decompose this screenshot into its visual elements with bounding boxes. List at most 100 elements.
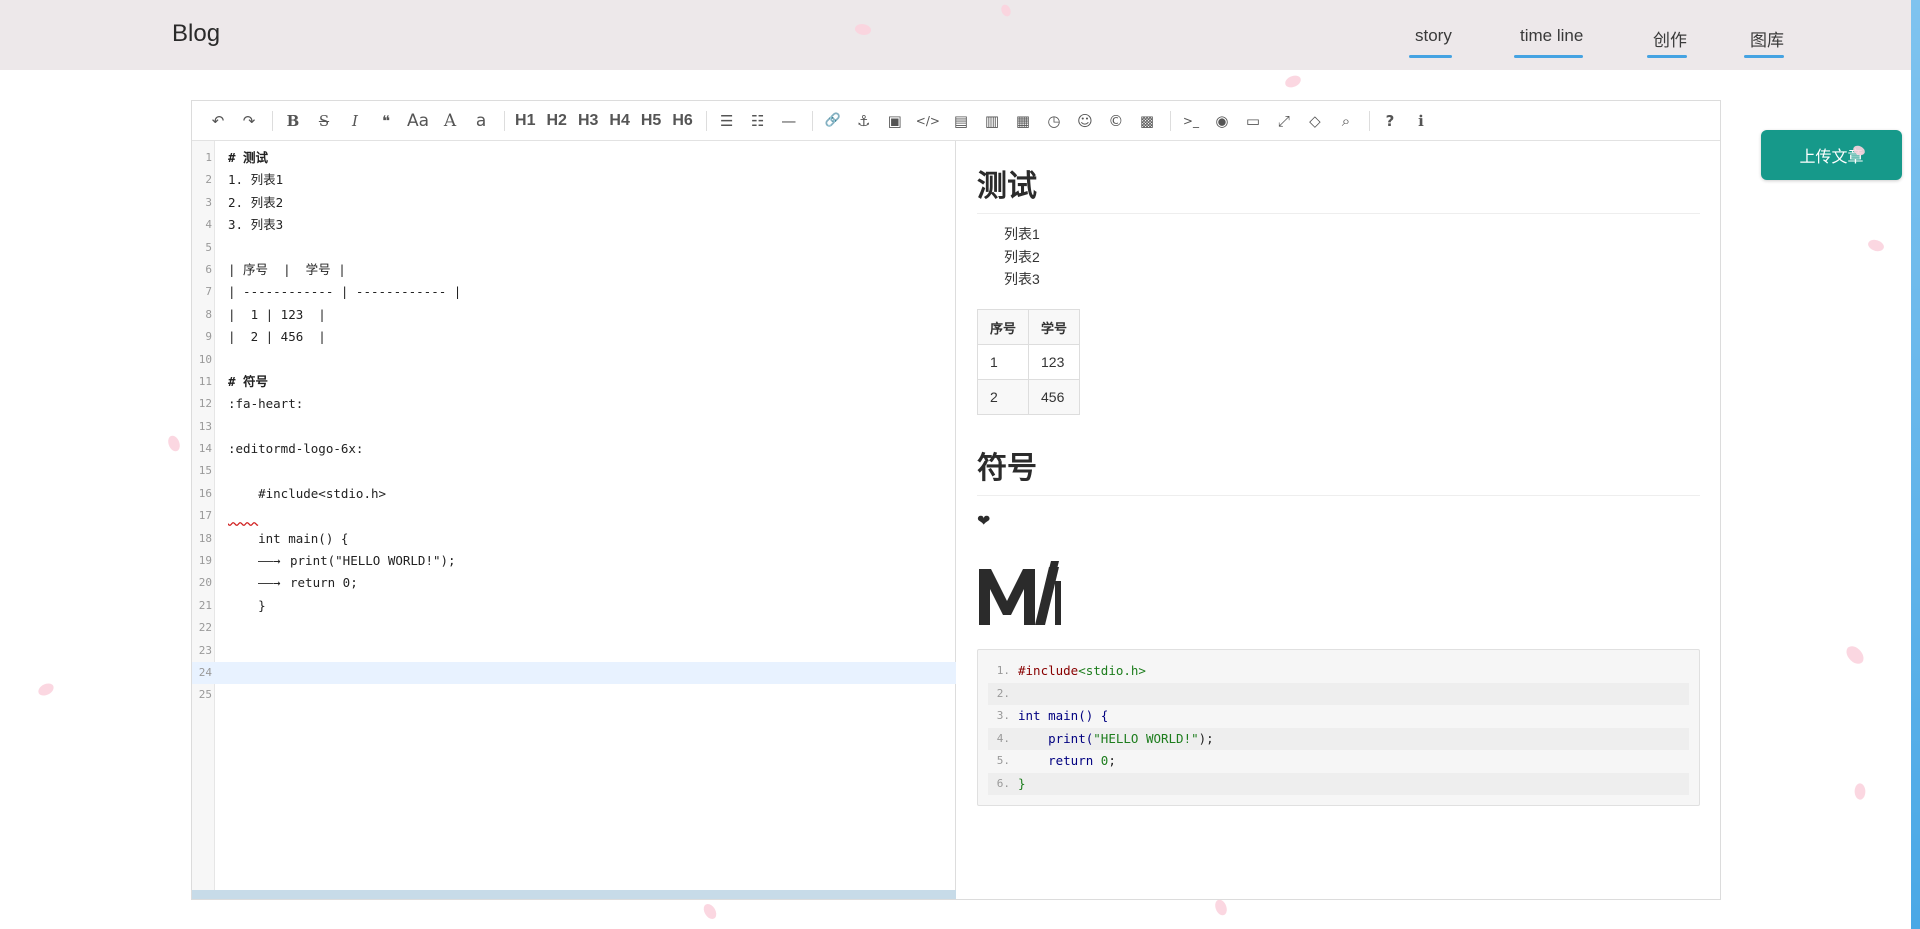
code-line[interactable]: 18 int main() { xyxy=(192,528,956,550)
code-line[interactable]: 1 # 测试 xyxy=(192,147,956,169)
code-line[interactable]: 17 xyxy=(192,505,956,527)
nav-item-gallery[interactable]: 图库 xyxy=(1744,26,1784,58)
toolbar-divider xyxy=(811,110,813,131)
upload-article-button[interactable]: 上传文章 xyxy=(1761,130,1902,180)
h3-button[interactable]: H3 xyxy=(574,107,602,135)
anchor-icon[interactable]: ⚓ xyxy=(850,107,878,135)
goto-line-icon[interactable]: >_ xyxy=(1177,107,1205,135)
italic-icon[interactable]: I xyxy=(341,107,369,135)
code-line[interactable]: 11 # 符号 xyxy=(192,371,956,393)
code-line-active[interactable]: 24 xyxy=(192,661,956,685)
quote-icon[interactable]: ❝ xyxy=(372,107,400,135)
code-block-line: 2. xyxy=(988,682,1689,705)
brand-title[interactable]: Blog xyxy=(172,20,220,48)
h2-button[interactable]: H2 xyxy=(543,107,571,135)
h6-button[interactable]: H6 xyxy=(668,107,696,135)
info-icon[interactable]: ℹ xyxy=(1407,107,1435,135)
code-line[interactable]: 15 xyxy=(192,460,956,482)
datetime-icon[interactable]: ◷ xyxy=(1040,107,1068,135)
code-line[interactable]: 8 | 1 | 123 | xyxy=(192,304,956,326)
code-line[interactable]: 16 #include<stdio.h> xyxy=(192,483,956,505)
search-icon[interactable]: ⌕ xyxy=(1332,107,1360,135)
emoji-icon[interactable]: ☺ xyxy=(1071,107,1099,135)
code-line[interactable]: 3 2. 列表2 xyxy=(192,192,956,214)
nav-underline xyxy=(1514,55,1584,58)
preview-heading-2: 符号 xyxy=(977,443,1700,496)
h5-button[interactable]: H5 xyxy=(637,107,665,135)
page-scrollbar[interactable] xyxy=(1911,0,1920,929)
nav-item-create[interactable]: 创作 xyxy=(1647,26,1687,58)
code-line[interactable]: 21 } xyxy=(192,595,956,617)
list-ol-icon[interactable]: ☷ xyxy=(744,107,772,135)
line-number: 6 xyxy=(205,262,212,276)
markdown-editor: ↶ ↷ B S I ❝ Aa A a H1 H2 H3 H4 H5 H6 ☰ ☷… xyxy=(191,100,1721,900)
undo-icon[interactable]: ↶ xyxy=(204,107,232,135)
preformatted-icon[interactable]: ▤ xyxy=(947,107,975,135)
ucwords-icon[interactable]: A xyxy=(436,107,464,135)
line-number: 1. xyxy=(996,664,1010,677)
line-text: 3. 列表3 xyxy=(228,217,284,233)
line-text: :editormd-logo-6x: xyxy=(228,441,364,457)
code-line[interactable]: 22 xyxy=(192,617,956,639)
line-number: 12 xyxy=(198,397,212,411)
line-text: | ------------ | ------------ | xyxy=(228,284,462,300)
line-number: 3 xyxy=(205,195,212,209)
code-line[interactable]: 13 xyxy=(192,416,956,438)
link-icon[interactable]: 🔗 xyxy=(819,107,847,135)
code-lines[interactable]: 1 # 测试 2 1. 列表1 3 2. 列表2 4 3. 列表3 5 6 | 序号 | … xyxy=(192,147,956,707)
code-line[interactable]: 25 xyxy=(192,684,956,706)
hr-icon[interactable]: — xyxy=(775,107,803,135)
petal-decoration xyxy=(1843,642,1867,668)
code-line[interactable]: 23 xyxy=(192,640,956,662)
code-editor-pane[interactable]: 1 # 测试 2 1. 列表1 3 2. 列表2 4 3. 列表3 5 6 | 序号 | … xyxy=(192,141,956,899)
code-line[interactable]: 12:fa-heart: xyxy=(192,393,956,415)
line-number: 3. xyxy=(996,709,1010,722)
line-number: 14 xyxy=(198,442,212,456)
pagebreak-icon[interactable]: ▩ xyxy=(1133,107,1161,135)
h1-button[interactable]: H1 xyxy=(511,107,539,135)
watch-icon[interactable]: ◉ xyxy=(1208,107,1236,135)
line-number: 15 xyxy=(198,464,212,478)
nav-item-story[interactable]: story xyxy=(1409,26,1452,58)
line-text: 2. 列表2 xyxy=(228,194,284,210)
code-line[interactable]: 5 xyxy=(192,237,956,259)
code-text: } xyxy=(1018,773,1026,796)
lowercase-icon[interactable]: a xyxy=(467,107,495,135)
nav-label: story xyxy=(1415,26,1452,45)
code-line[interactable]: 4 3. 列表3 xyxy=(192,214,956,236)
code-line[interactable]: 6 | 序号 | 学号 | xyxy=(192,259,956,281)
redo-icon[interactable]: ↷ xyxy=(235,107,263,135)
image-icon[interactable]: ▣ xyxy=(881,107,909,135)
preview-icon[interactable]: ▭ xyxy=(1239,107,1267,135)
bold-icon[interactable]: B xyxy=(279,107,307,135)
table-icon[interactable]: ▦ xyxy=(1009,107,1037,135)
horizontal-scrollbar[interactable] xyxy=(192,890,956,899)
line-number: 16 xyxy=(198,486,212,500)
nav-underline xyxy=(1744,55,1784,58)
code-line[interactable]: 9 | 2 | 456 | xyxy=(192,326,956,348)
code-line[interactable]: 2 1. 列表1 xyxy=(192,169,956,191)
h4-button[interactable]: H4 xyxy=(605,107,633,135)
list-ul-icon[interactable]: ☰ xyxy=(713,107,741,135)
petal-decoration xyxy=(702,902,718,921)
line-number: 10 xyxy=(198,352,212,366)
editor-toolbar: ↶ ↷ B S I ❝ Aa A a H1 H2 H3 H4 H5 H6 ☰ ☷… xyxy=(192,101,1720,141)
html-entities-icon[interactable]: © xyxy=(1102,107,1130,135)
code-text: #include<stdio.h> xyxy=(1018,660,1146,683)
line-text: return 0; xyxy=(290,575,358,591)
code-line[interactable]: 10 xyxy=(192,349,956,371)
code-line[interactable]: 20 ——→ return 0; xyxy=(192,572,956,594)
line-text: # 测试 xyxy=(228,150,269,165)
code-block-icon[interactable]: ▥ xyxy=(978,107,1006,135)
code-line[interactable]: 7 | ------------ | ------------ | xyxy=(192,281,956,303)
clear-icon[interactable]: ◇ xyxy=(1301,107,1329,135)
code-icon[interactable]: </> xyxy=(912,107,944,135)
uppercase-icon[interactable]: Aa xyxy=(403,107,433,135)
code-line[interactable]: 19 ——→ print("HELLO WORLD!"); xyxy=(192,550,956,572)
fullscreen-icon[interactable]: ⤢ xyxy=(1270,107,1298,135)
strikethrough-icon[interactable]: S xyxy=(310,107,338,135)
code-line[interactable]: 14 :editormd-logo-6x: xyxy=(192,438,956,460)
nav-item-timeline[interactable]: time line xyxy=(1514,26,1584,58)
help-icon[interactable]: ? xyxy=(1376,107,1404,135)
code-token: ; xyxy=(1108,753,1116,768)
